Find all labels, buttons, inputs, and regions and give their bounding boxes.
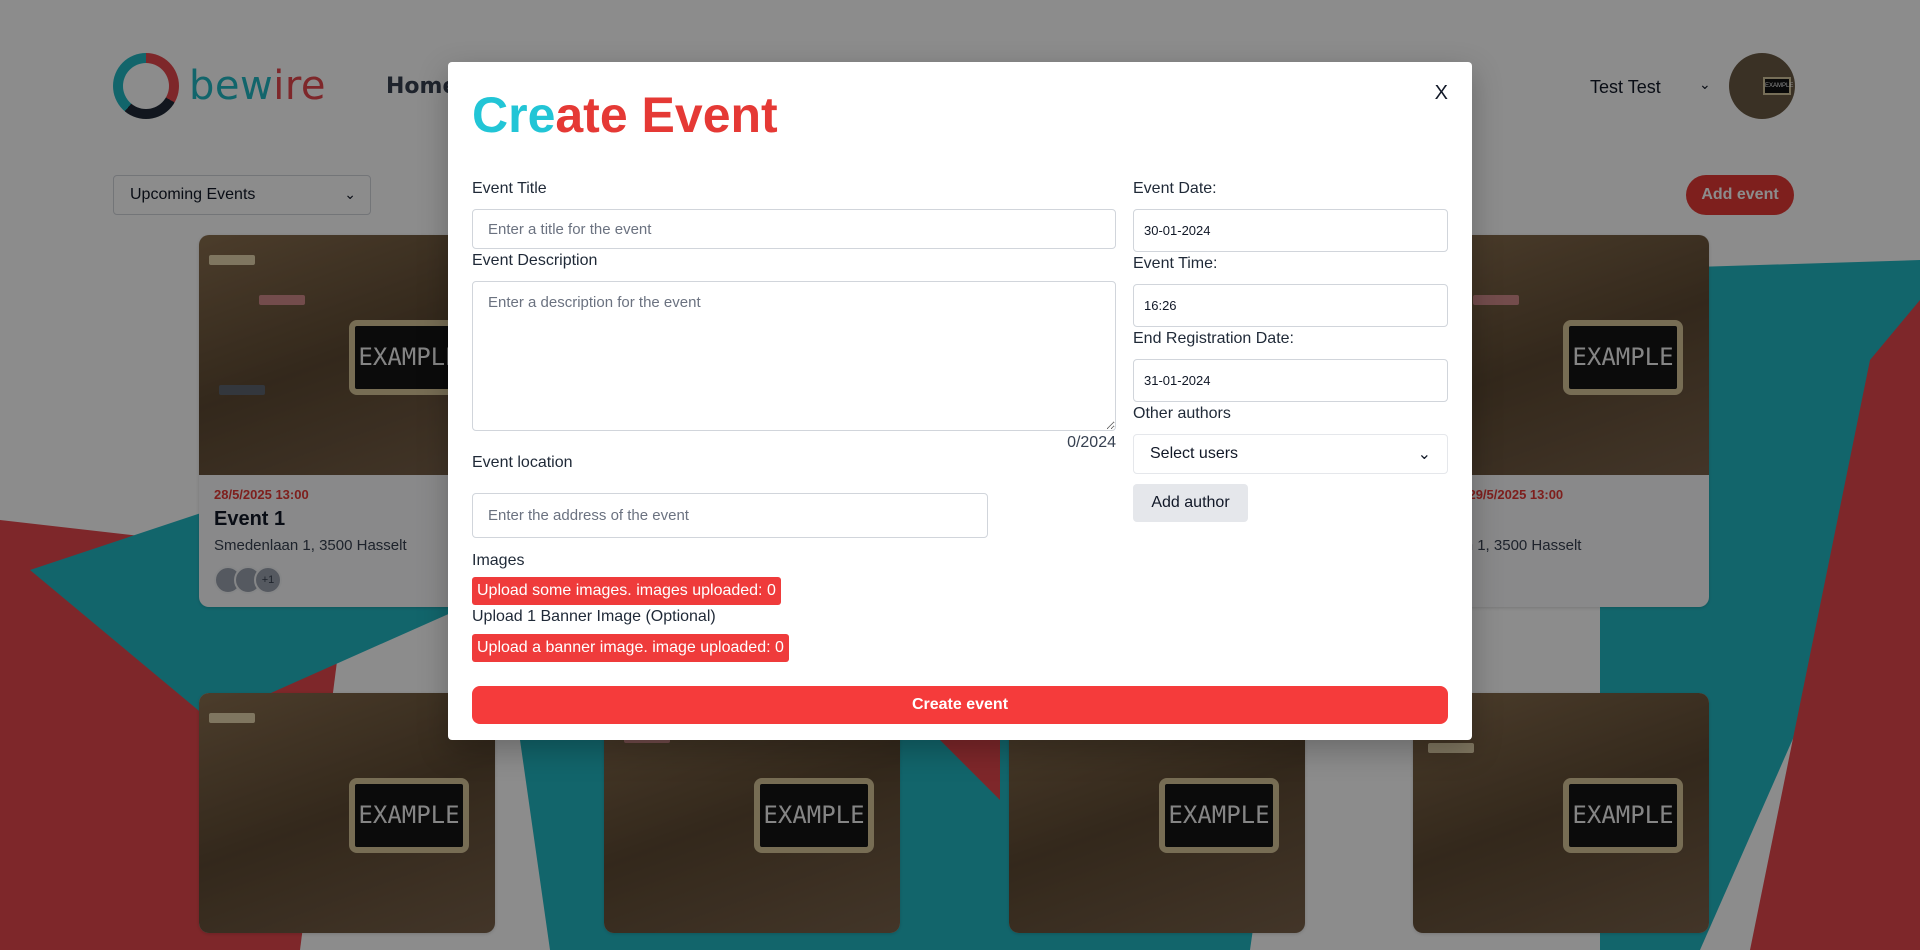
event-title-label: Event Title [472,180,547,197]
upload-banner-button[interactable]: Upload a banner image. image uploaded: 0 [472,634,789,662]
select-users-dropdown[interactable]: Select users ⌄ [1133,434,1448,474]
upload-images-button[interactable]: Upload some images. images uploaded: 0 [472,577,781,605]
event-description-textarea[interactable] [472,281,1116,431]
event-location-label: Event location [472,454,573,471]
end-registration-input[interactable]: 31-01-2024 [1133,359,1448,402]
modal-title-accent: Cre [472,87,556,143]
banner-image-label: Upload 1 Banner Image (Optional) [472,608,716,625]
description-char-counter: 0/2024 [1067,434,1116,451]
modal-title-rest: ate Event [555,87,778,143]
event-date-input[interactable]: 30-01-2024 [1133,209,1448,252]
create-event-button[interactable]: Create event [472,686,1448,724]
event-description-label: Event Description [472,252,598,269]
add-author-button[interactable]: Add author [1133,484,1248,522]
close-button[interactable]: X [1435,82,1448,105]
other-authors-label: Other authors [1133,405,1231,422]
end-registration-label: End Registration Date: [1133,330,1294,347]
event-title-input[interactable] [472,209,1116,249]
event-date-label: Event Date: [1133,180,1217,197]
modal-title: Create Event [472,86,778,144]
event-time-label: Event Time: [1133,255,1218,272]
event-time-input[interactable]: 16:26 [1133,284,1448,327]
create-event-modal: X Create Event Event Title Event Descrip… [448,62,1472,740]
event-location-input[interactable] [472,493,988,538]
chevron-down-icon: ⌄ [1417,446,1431,463]
images-label: Images [472,552,525,569]
select-users-value: Select users [1150,445,1239,462]
